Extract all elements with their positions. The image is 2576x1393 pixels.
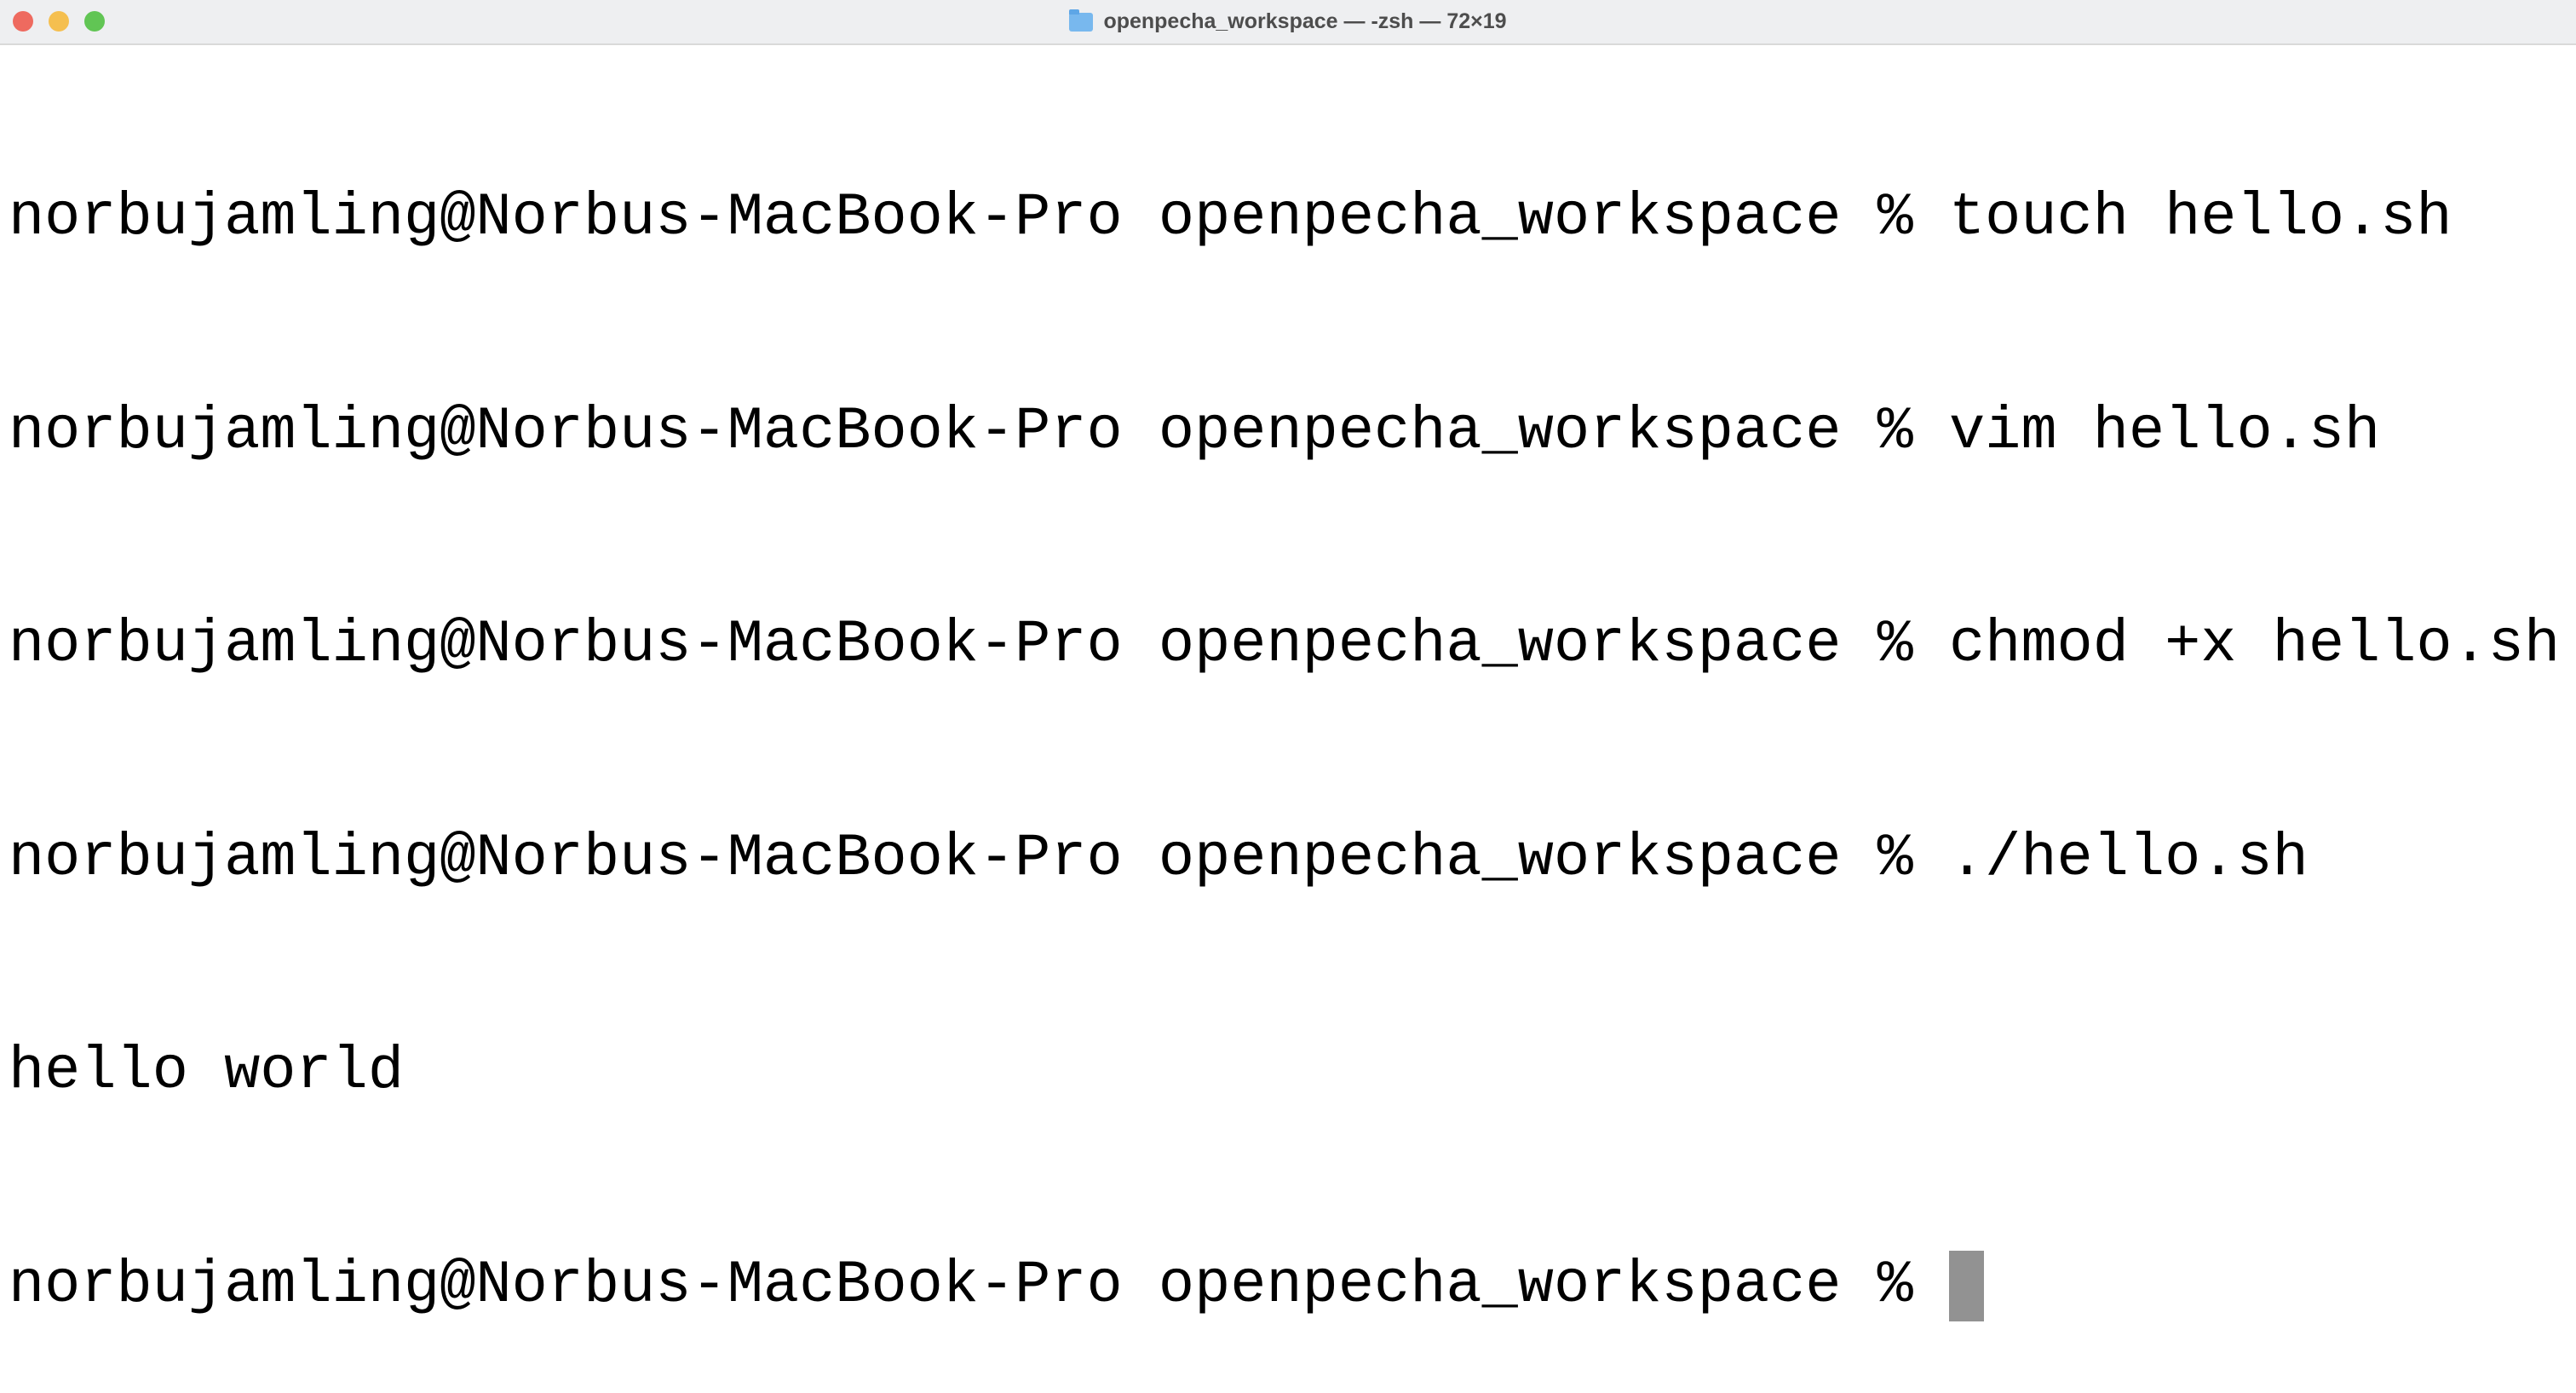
terminal-output[interactable]: norbujamling@Norbus-MacBook-Pro openpech… — [9, 41, 2560, 1393]
terminal-line: norbujamling@Norbus-MacBook-Pro openpech… — [9, 397, 2381, 466]
terminal-line: norbujamling@Norbus-MacBook-Pro openpech… — [9, 611, 2561, 679]
terminal-line: norbujamling@Norbus-MacBook-Pro openpech… — [9, 824, 2309, 893]
window-title-text: openpecha_workspace — -zsh — 72×19 — [1103, 9, 1507, 33]
text-cursor — [1949, 1250, 1984, 1321]
folder-icon — [1069, 9, 1094, 32]
title-bar: openpecha_workspace — -zsh — 72×19 — [0, 0, 2576, 45]
terminal-line: hello world — [9, 1038, 405, 1106]
terminal-line: norbujamling@Norbus-MacBook-Pro openpech… — [9, 184, 2452, 252]
terminal-prompt-line[interactable]: norbujamling@Norbus-MacBook-Pro openpech… — [9, 1250, 2560, 1322]
prompt-text: norbujamling@Norbus-MacBook-Pro openpech… — [9, 1251, 1949, 1320]
window-title: openpecha_workspace — -zsh — 72×19 — [0, 0, 2576, 43]
